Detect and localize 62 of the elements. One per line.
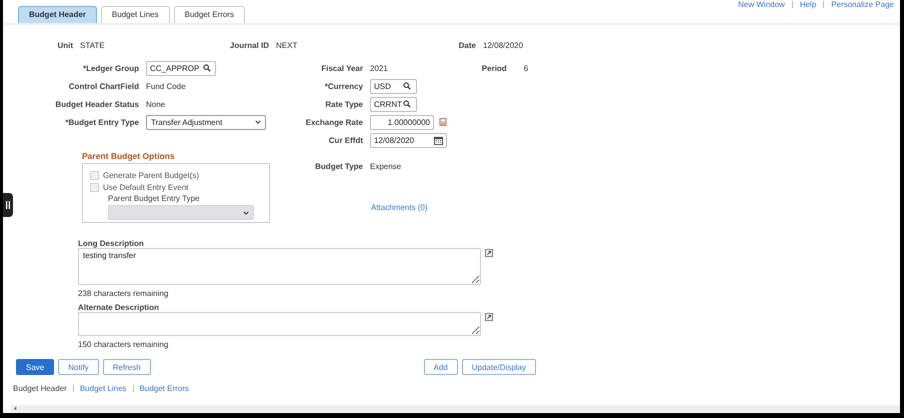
caret-icon	[255, 120, 261, 124]
field-value: None	[146, 100, 166, 108]
field-label: *Currency	[324, 82, 364, 90]
field-value: 12/08/2020	[483, 40, 524, 50]
number-field[interactable]: 1.00000000	[370, 114, 434, 130]
tab[interactable]: Budget Lines	[100, 6, 170, 23]
description-field[interactable]	[78, 312, 481, 336]
field-label: Parent Budget Entry Type	[108, 194, 200, 203]
button[interactable]: Add	[424, 359, 458, 375]
field-label: Period	[482, 64, 507, 72]
checkbox-label: Use Default Entry Event	[103, 182, 188, 192]
field-label: Alternate Description	[78, 303, 160, 312]
field-label: Long Description	[78, 239, 145, 248]
field-label: Unit	[56, 40, 73, 50]
field-label: *Budget Entry Type	[64, 118, 140, 126]
field-label: Exchange Rate	[305, 118, 364, 126]
dropdown[interactable]: Transfer Adjustment	[146, 114, 266, 130]
tab[interactable]: Budget Header	[18, 6, 97, 23]
pause-icon	[6, 201, 10, 209]
field-value: 2021	[370, 64, 388, 72]
field-value: 6	[524, 64, 528, 72]
section-heading: Parent Budget Options	[82, 151, 176, 161]
field-label: Control ChartField	[68, 82, 140, 90]
field-label: Fiscal Year	[320, 64, 364, 72]
field-value: Expense	[370, 162, 402, 170]
field-value: STATE	[80, 40, 106, 50]
lookup-field[interactable]: USD	[370, 78, 417, 94]
field-label: Budget Type	[314, 162, 364, 170]
header-link[interactable]: Help	[800, 0, 816, 9]
field-label: Rate Type	[324, 100, 364, 108]
field-label: Budget Header Status	[54, 100, 140, 108]
lookup-field[interactable]: CRRNT	[370, 96, 417, 112]
button[interactable]: Refresh	[102, 359, 151, 375]
calculator-icon[interactable]	[439, 118, 447, 126]
field-label: Cur Effdt	[328, 136, 364, 144]
field-label: Journal ID	[228, 40, 269, 50]
character-count: 238 characters remaining	[78, 289, 170, 299]
character-count: 150 characters remaining	[78, 340, 170, 350]
description-field[interactable]: testing transfer	[78, 248, 481, 285]
left-arrow-icon[interactable]	[14, 406, 17, 411]
attachments-link[interactable]: Attachments (0)	[371, 203, 528, 212]
button[interactable]: Update/Display	[462, 359, 536, 375]
field-value: Fund Code	[146, 82, 186, 90]
button[interactable]: Save	[16, 359, 54, 375]
caret-icon	[243, 210, 249, 214]
field-value: NEXT	[276, 40, 298, 50]
field-label: *Ledger Group	[82, 64, 140, 72]
page-link[interactable]: Budget Header	[13, 384, 67, 393]
date-field[interactable]: 12/08/2020	[370, 132, 447, 148]
expand-icon[interactable]	[485, 313, 493, 321]
page-link[interactable]: Budget Errors	[140, 384, 189, 393]
expand-icon[interactable]	[485, 249, 493, 257]
checkbox-label: Generate Parent Budget(s)	[103, 170, 200, 180]
tab[interactable]: Budget Errors	[174, 6, 245, 23]
header-link[interactable]: Personalize Page	[831, 0, 894, 9]
page-link[interactable]: Budget Lines	[80, 384, 127, 393]
field-label: Date	[458, 40, 476, 50]
header-link[interactable]: New Window	[738, 0, 785, 9]
button[interactable]: Notify	[58, 359, 99, 375]
collapse-handle[interactable]	[3, 193, 13, 217]
horizontal-scrollbar[interactable]	[11, 405, 900, 412]
lookup-field[interactable]: CC_APPROP	[146, 60, 216, 76]
